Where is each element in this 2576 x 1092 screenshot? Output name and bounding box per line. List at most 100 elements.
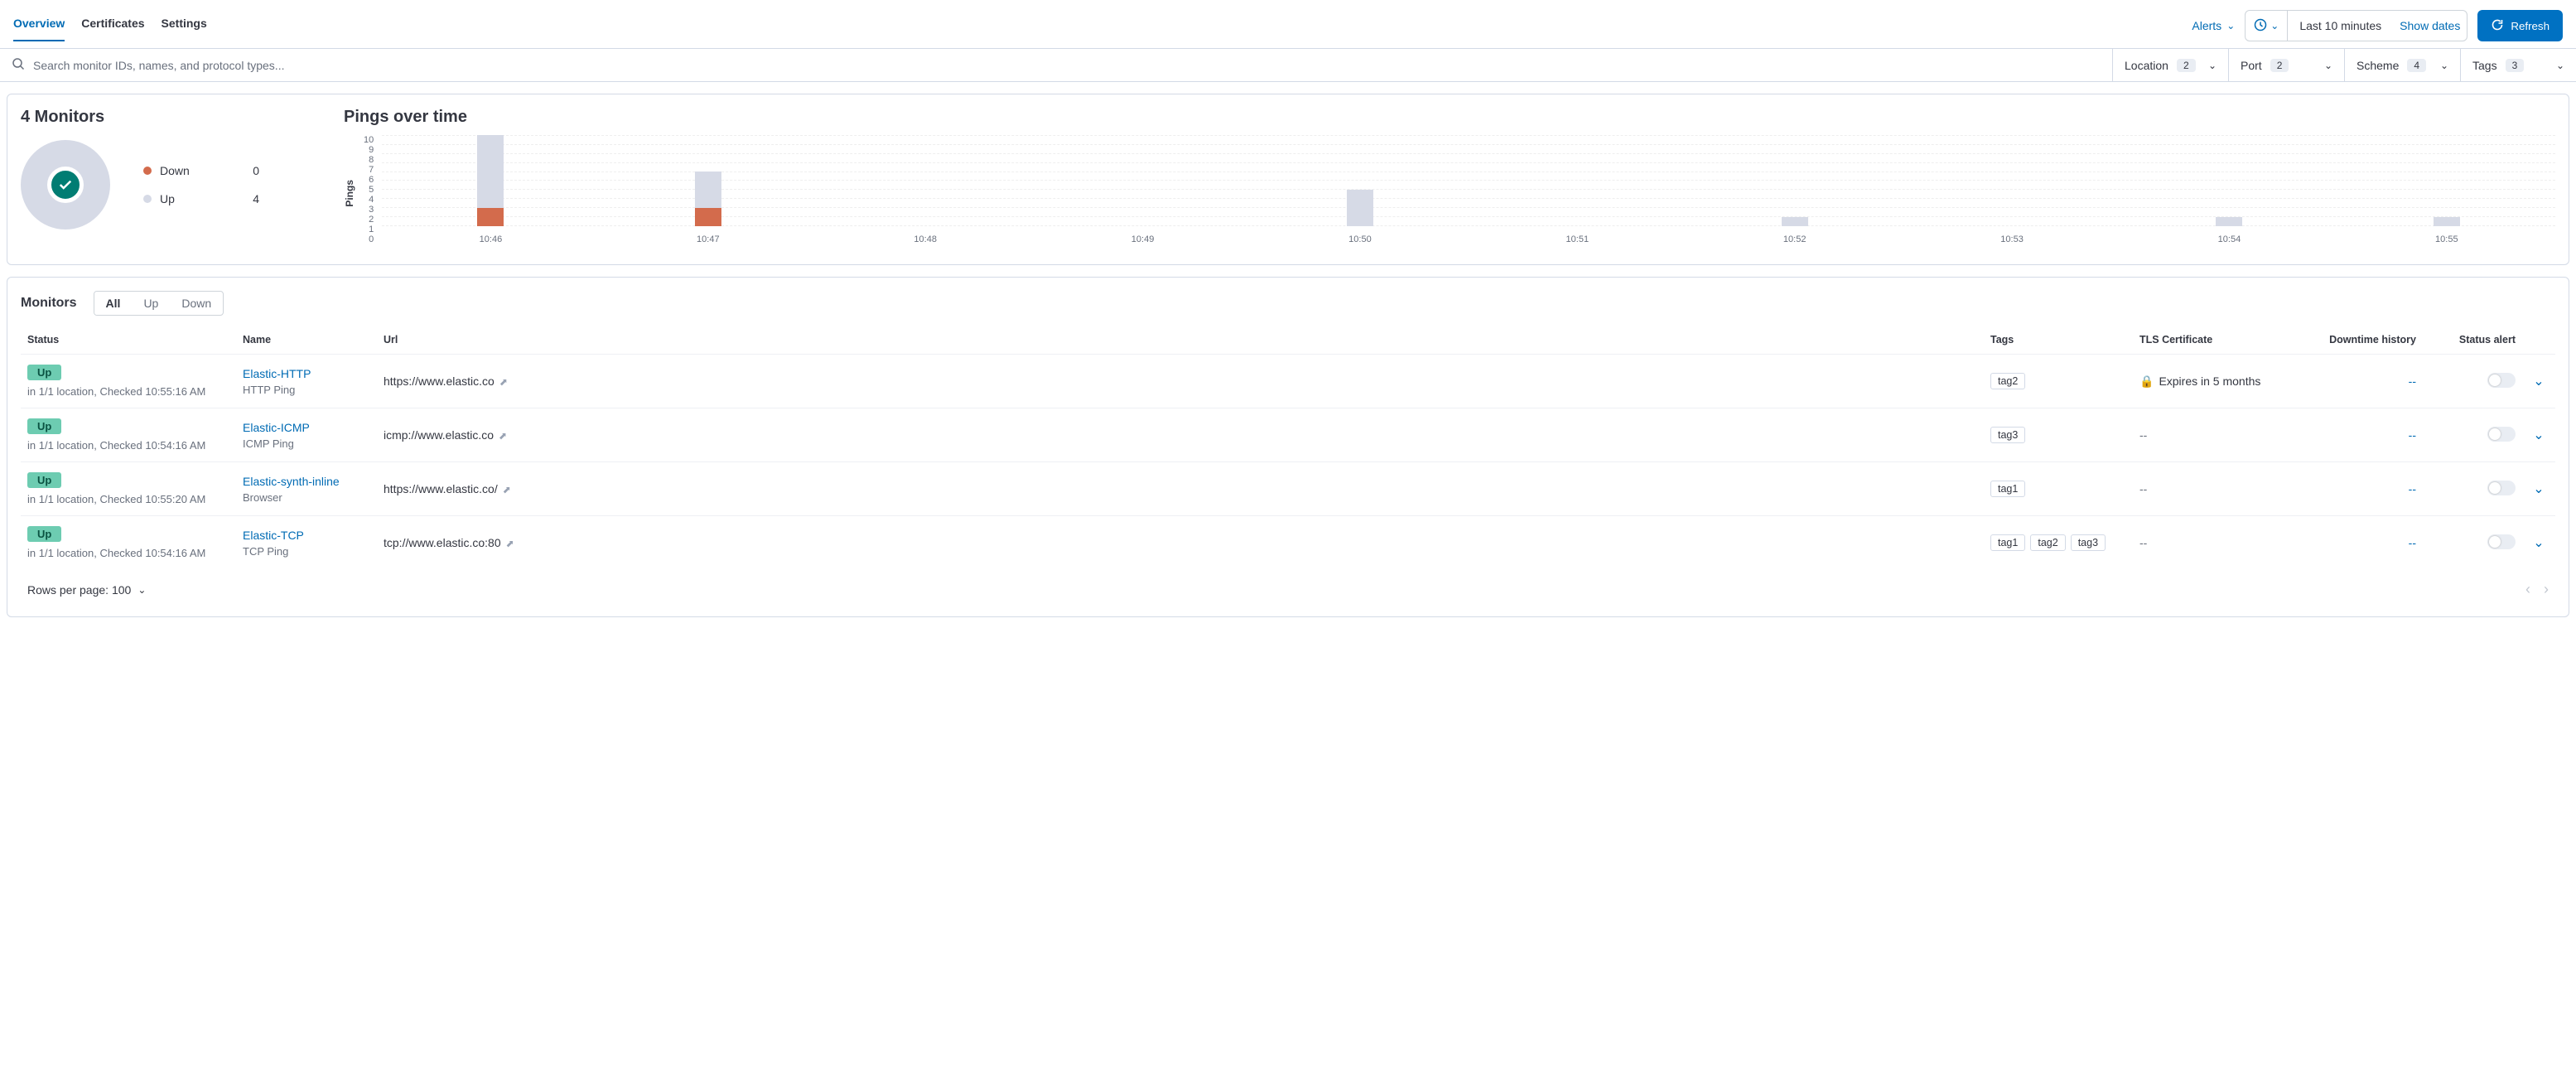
refresh-button[interactable]: Refresh (2477, 10, 2563, 41)
tag-badge[interactable]: tag3 (2071, 534, 2106, 551)
refresh-icon (2491, 18, 2504, 34)
col-name: Name (236, 327, 377, 355)
chart-bar (1347, 190, 1373, 226)
filter-tab-down[interactable]: Down (170, 292, 223, 315)
chart-bar (1782, 217, 1808, 226)
x-tick: 10:55 (2338, 230, 2555, 251)
legend-down-label: Down (160, 164, 190, 177)
tab-certificates[interactable]: Certificates (81, 17, 144, 41)
quick-select-button[interactable]: ⌄ (2246, 11, 2288, 41)
expand-row-button[interactable]: ⌄ (2533, 536, 2544, 550)
pager-next[interactable]: › (2544, 581, 2549, 598)
tag-badge[interactable]: tag2 (1990, 373, 2025, 389)
status-alert-toggle[interactable] (2487, 481, 2516, 495)
tls-text: -- (2139, 428, 2147, 442)
monitor-name-link[interactable]: Elastic-HTTP (243, 367, 311, 380)
time-range-display[interactable]: Last 10 minutes (2288, 11, 2393, 41)
status-subtext: in 1/1 location, Checked 10:54:16 AM (27, 547, 229, 559)
chevron-down-icon: ⌄ (2208, 60, 2217, 71)
expand-row-button[interactable]: ⌄ (2533, 374, 2544, 389)
monitors-count-title: 4 Monitors (21, 108, 311, 127)
monitor-name-link[interactable]: Elastic-TCP (243, 529, 304, 542)
status-alert-toggle[interactable] (2487, 373, 2516, 388)
legend-dot-up (143, 195, 152, 203)
status-alert-toggle[interactable] (2487, 427, 2516, 442)
show-dates-link[interactable]: Show dates (2400, 19, 2460, 32)
chevron-down-icon: ⌄ (2440, 60, 2448, 71)
tag-badge[interactable]: tag1 (1990, 481, 2025, 497)
monitor-type: HTTP Ping (243, 384, 370, 396)
downtime-history[interactable]: -- (2409, 428, 2416, 442)
x-tick: 10:47 (600, 230, 817, 251)
chevron-down-icon: ⌄ (137, 584, 146, 596)
legend-up-count: 4 (253, 192, 259, 205)
x-tick: 10:51 (1469, 230, 1686, 251)
status-alert-toggle[interactable] (2487, 534, 2516, 549)
expand-row-button[interactable]: ⌄ (2533, 482, 2544, 496)
chevron-down-icon: ⌄ (2226, 20, 2235, 31)
monitor-url-link[interactable]: https://www.elastic.co/⬈ (384, 482, 511, 495)
external-link-icon: ⬈ (506, 538, 514, 549)
status-subtext: in 1/1 location, Checked 10:55:20 AM (27, 493, 229, 505)
filter-scheme-count: 4 (2407, 59, 2426, 72)
table-row: Up in 1/1 location, Checked 10:54:16 AM El… (21, 516, 2555, 570)
chart-bar (477, 135, 504, 226)
tab-settings[interactable]: Settings (162, 17, 207, 41)
filter-tab-up[interactable]: Up (132, 292, 170, 315)
legend-dot-down (143, 167, 152, 175)
status-badge: Up (27, 418, 61, 434)
monitor-name-link[interactable]: Elastic-synth-inline (243, 475, 340, 488)
tls-text: -- (2139, 536, 2147, 549)
filter-tags[interactable]: Tags 3 ⌄ (2460, 49, 2576, 81)
tab-overview[interactable]: Overview (13, 17, 65, 41)
lock-icon: 🔒 (2139, 374, 2154, 388)
alerts-dropdown[interactable]: Alerts ⌄ (2192, 19, 2235, 32)
filter-location[interactable]: Location 2 ⌄ (2112, 49, 2228, 81)
search-icon (12, 57, 25, 73)
filter-port-label: Port (2241, 59, 2262, 72)
monitor-type: ICMP Ping (243, 437, 370, 450)
chart-bar (695, 172, 721, 226)
external-link-icon: ⬈ (499, 376, 508, 388)
expand-row-button[interactable]: ⌄ (2533, 428, 2544, 442)
filter-port[interactable]: Port 2 ⌄ (2228, 49, 2344, 81)
tag-badge[interactable]: tag3 (1990, 427, 2025, 443)
filter-scheme-label: Scheme (2357, 59, 2399, 72)
rows-per-page[interactable]: Rows per page: 100 ⌄ (27, 583, 146, 597)
check-icon (47, 167, 84, 203)
tag-badge[interactable]: tag1 (1990, 534, 2025, 551)
tag-badge[interactable]: tag2 (2030, 534, 2065, 551)
tls-text: -- (2139, 482, 2147, 495)
refresh-label: Refresh (2511, 20, 2549, 32)
monitor-type: Browser (243, 491, 370, 504)
monitor-url-link[interactable]: icmp://www.elastic.co⬈ (384, 428, 507, 442)
status-badge: Up (27, 472, 61, 488)
pager-prev[interactable]: ‹ (2525, 581, 2530, 598)
filter-scheme[interactable]: Scheme 4 ⌄ (2344, 49, 2460, 81)
filter-tab-all[interactable]: All (94, 292, 133, 315)
status-badge: Up (27, 526, 61, 542)
search-wrapper[interactable] (0, 49, 2112, 81)
col-alert: Status alert (2423, 327, 2522, 355)
status-donut (21, 140, 110, 230)
monitor-url-link[interactable]: tcp://www.elastic.co:80⬈ (384, 536, 514, 549)
pings-title: Pings over time (344, 108, 2555, 127)
rows-per-page-label: Rows per page: 100 (27, 583, 131, 597)
chevron-down-icon: ⌄ (2270, 20, 2279, 31)
downtime-history[interactable]: -- (2409, 536, 2416, 549)
monitor-url-link[interactable]: https://www.elastic.co⬈ (384, 374, 508, 388)
col-status: Status (21, 327, 236, 355)
col-url: Url (377, 327, 1984, 355)
tls-text: Expires in 5 months (2159, 374, 2260, 388)
search-input[interactable] (33, 59, 2101, 72)
monitor-name-link[interactable]: Elastic-ICMP (243, 421, 310, 434)
status-subtext: in 1/1 location, Checked 10:55:16 AM (27, 385, 229, 398)
external-link-icon: ⬈ (503, 484, 511, 495)
x-tick: 10:53 (1903, 230, 2120, 251)
time-picker[interactable]: ⌄ Last 10 minutes Show dates (2245, 10, 2467, 41)
downtime-history[interactable]: -- (2409, 374, 2416, 388)
table-row: Upin 1/1 location, Checked 10:55:16 AMEl… (21, 355, 2555, 408)
downtime-history[interactable]: -- (2409, 482, 2416, 495)
chart-bar (2434, 217, 2460, 226)
clock-icon (2254, 18, 2267, 34)
